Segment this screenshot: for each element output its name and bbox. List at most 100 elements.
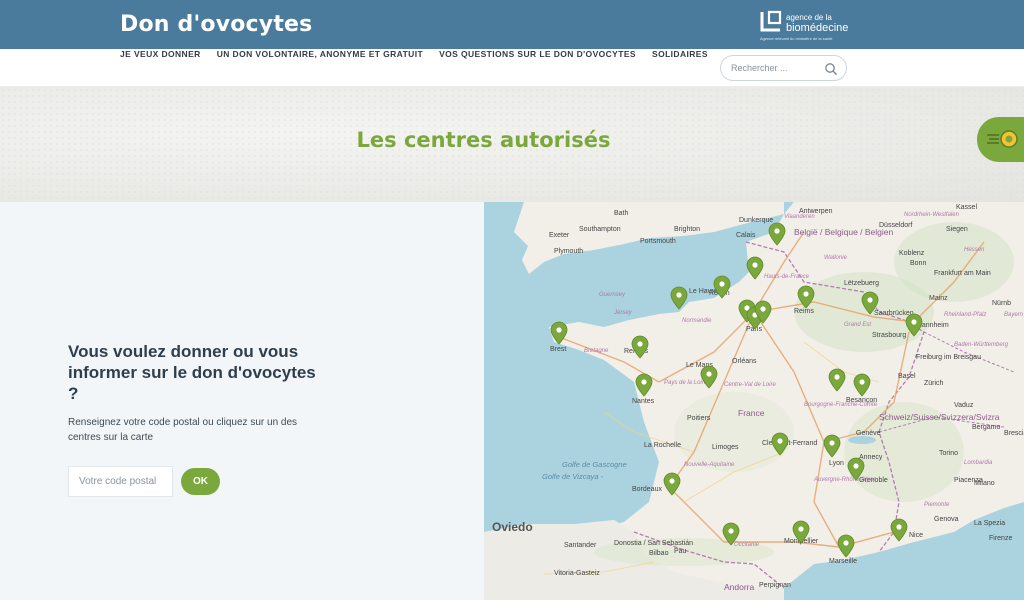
map-label: France bbox=[738, 408, 765, 418]
map-marker-icon[interactable] bbox=[853, 373, 871, 397]
search-panel: Vous voulez donner ou vous informer sur … bbox=[0, 202, 484, 600]
map-label: Freiburg im Breisgau bbox=[916, 354, 981, 361]
map-label: Schweiz/Suisse/Svizzera/Svizra bbox=[879, 412, 1000, 422]
search-input[interactable] bbox=[731, 61, 821, 75]
map-label: Rheinland-Pfalz bbox=[944, 312, 987, 318]
map-label: Bretagne bbox=[584, 348, 609, 354]
map-label: Baden-Württemberg bbox=[954, 342, 1009, 348]
map-label: Genève bbox=[856, 430, 881, 437]
ok-button[interactable]: OK bbox=[181, 468, 220, 495]
top-header: Don d'ovocytes agence de la biomédecine … bbox=[0, 0, 1024, 49]
map-label: Lëtzebuerg bbox=[844, 280, 880, 287]
panel-instructions: Renseignez votre code postal ou cliquez … bbox=[68, 417, 298, 443]
postal-code-input[interactable] bbox=[68, 466, 173, 497]
map-label: Oviedo bbox=[492, 520, 533, 534]
map-label: Vlaanderen bbox=[784, 214, 815, 220]
map-label: Piacenza bbox=[954, 477, 983, 484]
map-label: Southampton bbox=[579, 226, 621, 233]
map-label: Nouvelle-Aquitaine bbox=[684, 462, 735, 468]
map-label: Wallonie bbox=[824, 255, 847, 261]
map-label: Siegen bbox=[946, 226, 968, 233]
map-label: Genova bbox=[934, 516, 959, 523]
map-label: Mainz bbox=[929, 295, 948, 302]
map-label: Golfe de Vizcaya - bbox=[542, 472, 604, 481]
map-marker-icon[interactable] bbox=[837, 534, 855, 558]
map-marker-icon[interactable] bbox=[797, 285, 815, 309]
map-marker-icon[interactable] bbox=[847, 457, 865, 481]
search-box bbox=[720, 55, 847, 81]
map-label: Hauts-de-France bbox=[764, 274, 810, 280]
map-label: Exeter bbox=[549, 232, 570, 239]
map-label: Orléans bbox=[732, 358, 757, 365]
map-marker-icon[interactable] bbox=[635, 373, 653, 397]
map-label: La Spezia bbox=[974, 520, 1006, 527]
page-banner: Les centres autorisés bbox=[0, 87, 1024, 202]
map-marker-icon[interactable] bbox=[828, 368, 846, 392]
widget-icon bbox=[987, 130, 1018, 148]
logo-line1: agence de la bbox=[786, 13, 832, 22]
search-icon[interactable] bbox=[824, 62, 838, 76]
map-label: Donostia / San Sebastián bbox=[614, 540, 693, 547]
map-marker-icon[interactable] bbox=[771, 432, 789, 456]
map-label: Santander bbox=[564, 542, 597, 549]
map-label: Zürich bbox=[924, 380, 944, 387]
map-label: Limoges bbox=[712, 444, 739, 451]
accessibility-widget[interactable] bbox=[977, 117, 1024, 162]
map-label: Koblenz bbox=[899, 250, 925, 257]
nav-item-don-volontaire[interactable]: UN DON VOLONTAIRE, ANONYME ET GRATUIT bbox=[217, 49, 423, 59]
logo-text: agence de la biomédecine bbox=[786, 13, 848, 34]
map-label: Nordrhein-Westfalen bbox=[904, 212, 959, 218]
map-label: Hessen bbox=[964, 247, 985, 253]
map-marker-icon[interactable] bbox=[754, 300, 772, 324]
map-marker-icon[interactable] bbox=[792, 520, 810, 544]
map-marker-icon[interactable] bbox=[823, 434, 841, 458]
centers-map[interactable]: Bath Southampton Brighton Exeter Portsmouth P… bbox=[484, 202, 1024, 600]
logo-line2: biomédecine bbox=[786, 22, 849, 34]
map-marker-icon[interactable] bbox=[890, 518, 908, 542]
map-label: Bordeaux bbox=[632, 486, 662, 493]
map-marker-icon[interactable] bbox=[861, 291, 879, 315]
panel-heading: Vous voulez donner ou vous informer sur … bbox=[68, 342, 316, 403]
map-label: Normandie bbox=[682, 318, 712, 324]
map-marker-icon[interactable] bbox=[746, 256, 764, 280]
map-label: Strasbourg bbox=[872, 332, 907, 339]
nav-item-solidaires[interactable]: SOLIDAIRES bbox=[652, 49, 708, 59]
map-label: Bath bbox=[614, 210, 629, 217]
map-label: Bonn bbox=[910, 260, 927, 267]
map-label: Marseille bbox=[829, 558, 858, 565]
map-label: Centre-Val de Loire bbox=[724, 382, 776, 388]
map-marker-icon[interactable] bbox=[905, 313, 923, 337]
logo-tagline: Agence relevant du ministère de la santé bbox=[760, 36, 833, 41]
map-marker-icon[interactable] bbox=[713, 275, 731, 299]
map-label: Reims bbox=[794, 308, 814, 315]
map-label: Jersey bbox=[614, 310, 632, 316]
map-label: Plymouth bbox=[554, 248, 584, 255]
map-marker-icon[interactable] bbox=[768, 222, 786, 246]
nav-item-je-veux-donner[interactable]: JE VEUX DONNER bbox=[120, 49, 201, 59]
map-marker-icon[interactable] bbox=[670, 286, 688, 310]
map-label: Basel bbox=[898, 373, 916, 380]
map-label: Calais bbox=[736, 232, 756, 239]
map-label: Lombardia bbox=[964, 460, 993, 466]
map-marker-icon[interactable] bbox=[700, 365, 718, 389]
map-marker-icon[interactable] bbox=[722, 522, 740, 546]
map-label: Brest bbox=[550, 346, 567, 353]
map-label: Bergamo bbox=[972, 424, 1001, 431]
map-label: Firenze bbox=[989, 535, 1013, 542]
map-marker-icon[interactable] bbox=[631, 335, 649, 359]
map-label: Bourgogne-Franche-Comté bbox=[804, 402, 878, 408]
map-label: Grand Est bbox=[844, 322, 872, 328]
map-label: La Rochelle bbox=[644, 442, 681, 449]
map-label: Vitoria-Gasteiz bbox=[554, 570, 600, 577]
map-label: Vaduz bbox=[954, 402, 974, 409]
map-label: Frankfurt am Main bbox=[934, 270, 991, 277]
page-title: Les centres autorisés bbox=[356, 128, 611, 152]
nav-item-vos-questions[interactable]: VOS QUESTIONS SUR LE DON D'OVOCYTES bbox=[439, 49, 636, 59]
map-marker-icon[interactable] bbox=[550, 321, 568, 345]
site-title[interactable]: Don d'ovocytes bbox=[120, 12, 312, 37]
map-label: Perpignan bbox=[759, 582, 791, 589]
agence-biomedecine-logo[interactable]: agence de la biomédecine Agence relevant… bbox=[760, 10, 850, 41]
map-marker-icon[interactable] bbox=[663, 472, 681, 496]
map-label: Nürnb bbox=[992, 300, 1012, 307]
map-label: Pau bbox=[674, 548, 687, 555]
